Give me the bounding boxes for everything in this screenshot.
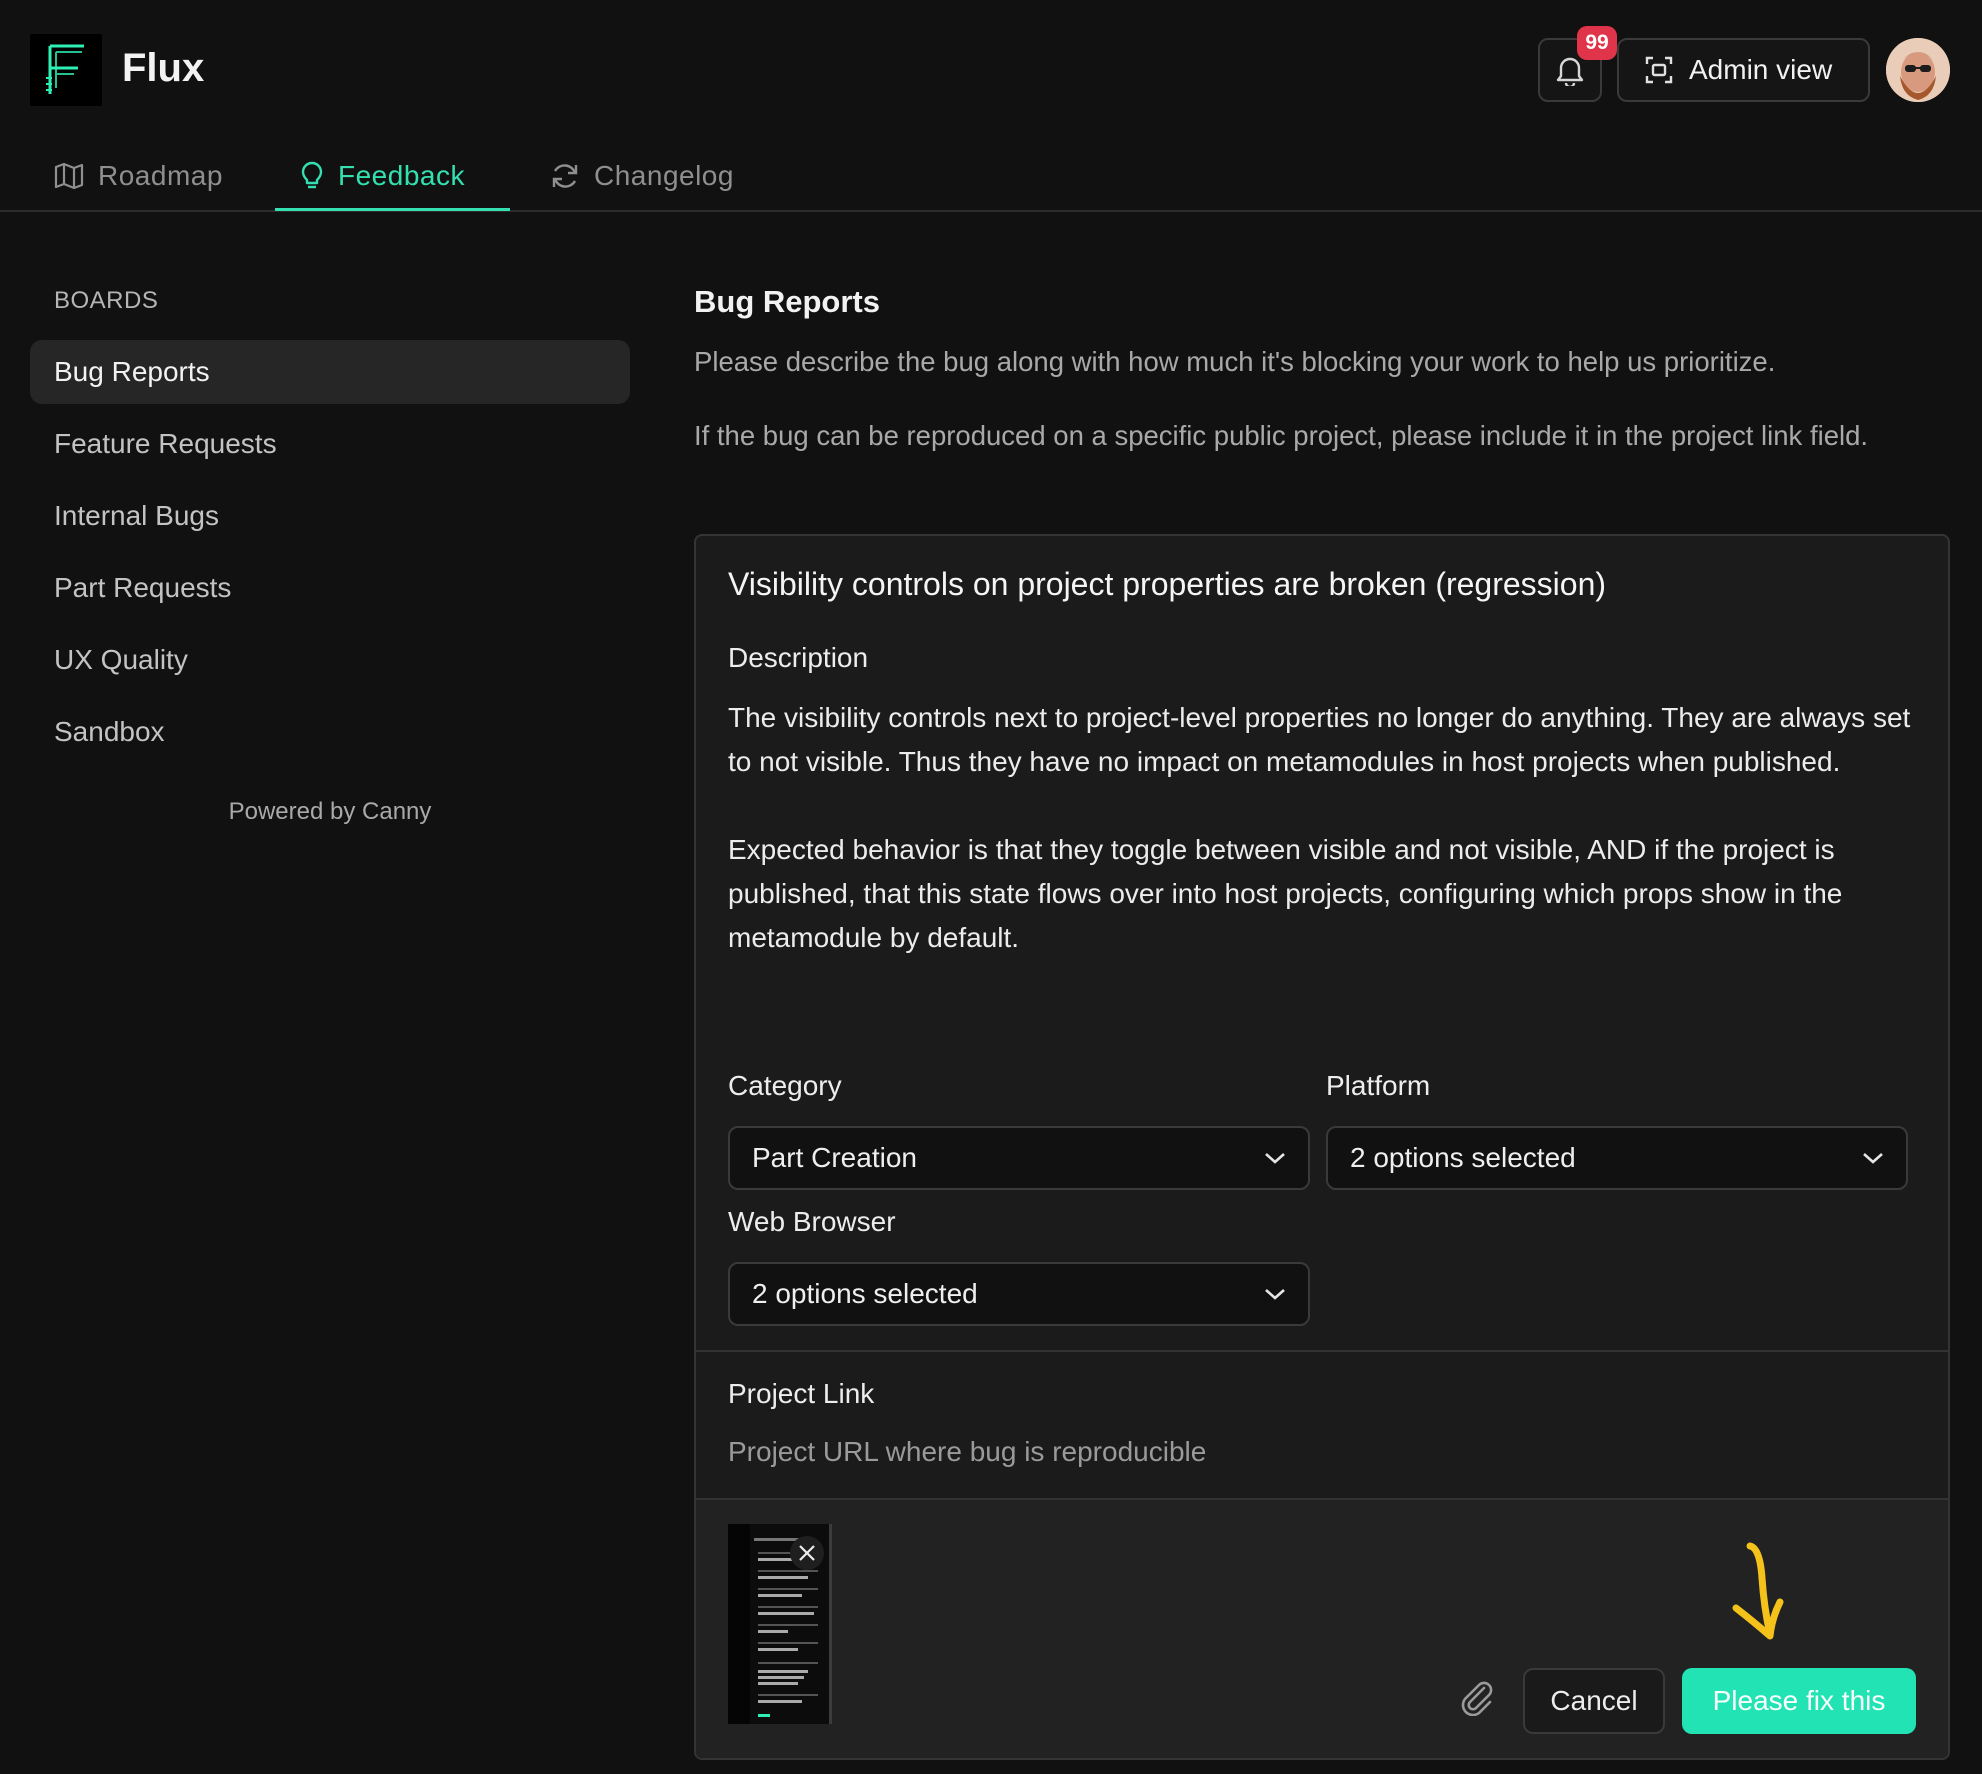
close-icon (799, 1545, 815, 1561)
board-title: Bug Reports (694, 284, 880, 319)
admin-view-button[interactable]: Admin view (1617, 38, 1870, 102)
sidebar-item-sandbox[interactable]: Sandbox (30, 700, 630, 764)
sidebar-item-feature-requests[interactable]: Feature Requests (30, 412, 630, 476)
description-textarea[interactable]: The visibility controls next to project-… (728, 696, 1918, 1004)
new-post-form: Visibility controls on project propertie… (694, 534, 1950, 1760)
sidebar-item-part-requests[interactable]: Part Requests (30, 556, 630, 620)
tab-changelog[interactable]: Changelog (550, 140, 734, 212)
active-tab-indicator (275, 208, 510, 211)
tab-roadmap-label: Roadmap (98, 160, 223, 191)
map-icon (54, 162, 84, 190)
boards-heading: BOARDS (54, 287, 159, 314)
platform-select[interactable]: 2 options selected (1326, 1126, 1908, 1190)
web-browser-select-value: 2 options selected (752, 1278, 978, 1309)
category-label: Category (728, 1070, 842, 1101)
tab-roadmap[interactable]: Roadmap (54, 140, 223, 212)
focus-frame-icon (1645, 56, 1673, 84)
user-avatar[interactable] (1886, 38, 1950, 102)
description-paragraph: Expected behavior is that they toggle be… (728, 834, 1843, 953)
refresh-icon (552, 164, 578, 188)
paperclip-icon[interactable] (1456, 1676, 1496, 1716)
remove-attachment-button[interactable] (790, 1536, 824, 1570)
category-select-value: Part Creation (752, 1142, 917, 1173)
main-tabs: Roadmap Feedback Changelog (0, 140, 1982, 212)
cancel-button[interactable]: Cancel (1523, 1668, 1665, 1734)
web-browser-label: Web Browser (728, 1206, 896, 1237)
tab-changelog-label: Changelog (594, 160, 734, 191)
platform-select-value: 2 options selected (1350, 1142, 1576, 1173)
web-browser-select[interactable]: 2 options selected (728, 1262, 1310, 1326)
description-label: Description (728, 642, 869, 673)
section-divider (696, 1350, 1948, 1352)
chevron-down-icon (1863, 1153, 1883, 1164)
sidebar-item-internal-bugs[interactable]: Internal Bugs (30, 484, 630, 548)
tab-feedback[interactable]: Feedback (300, 140, 465, 212)
admin-view-label: Admin view (1689, 54, 1833, 85)
sidebar-item-bug-reports[interactable]: Bug Reports (30, 340, 630, 404)
board-description-project-link: If the bug can be reproduced on a specif… (694, 420, 1869, 451)
notification-count-badge: 99 (1577, 26, 1617, 60)
bell-icon (1556, 57, 1584, 86)
chevron-down-icon (1265, 1153, 1285, 1164)
top-bar: Flux 99 Admin view (0, 0, 1982, 140)
app-name: Flux (122, 46, 205, 90)
lightbulb-icon (301, 161, 323, 189)
attachment-thumbnail[interactable] (728, 1524, 832, 1724)
platform-label: Platform (1326, 1070, 1431, 1101)
submit-post-button[interactable]: Please fix this (1682, 1668, 1916, 1734)
flux-logo[interactable] (30, 34, 102, 106)
hand-drawn-arrow (1732, 1542, 1784, 1640)
project-link-input[interactable]: Project URL where bug is reproducible (728, 1436, 1206, 1468)
chevron-down-icon (1265, 1289, 1285, 1300)
sidebar-item-ux-quality[interactable]: UX Quality (30, 628, 630, 692)
powered-by-link[interactable]: Powered by Canny (0, 798, 660, 826)
category-select[interactable]: Part Creation (728, 1126, 1310, 1190)
board-description: Please describe the bug along with how m… (694, 346, 1776, 377)
tab-feedback-label: Feedback (338, 160, 465, 191)
post-title-input[interactable]: Visibility controls on project propertie… (728, 566, 1606, 603)
project-link-label: Project Link (728, 1378, 875, 1409)
description-paragraph: The visibility controls next to project-… (728, 702, 1911, 777)
